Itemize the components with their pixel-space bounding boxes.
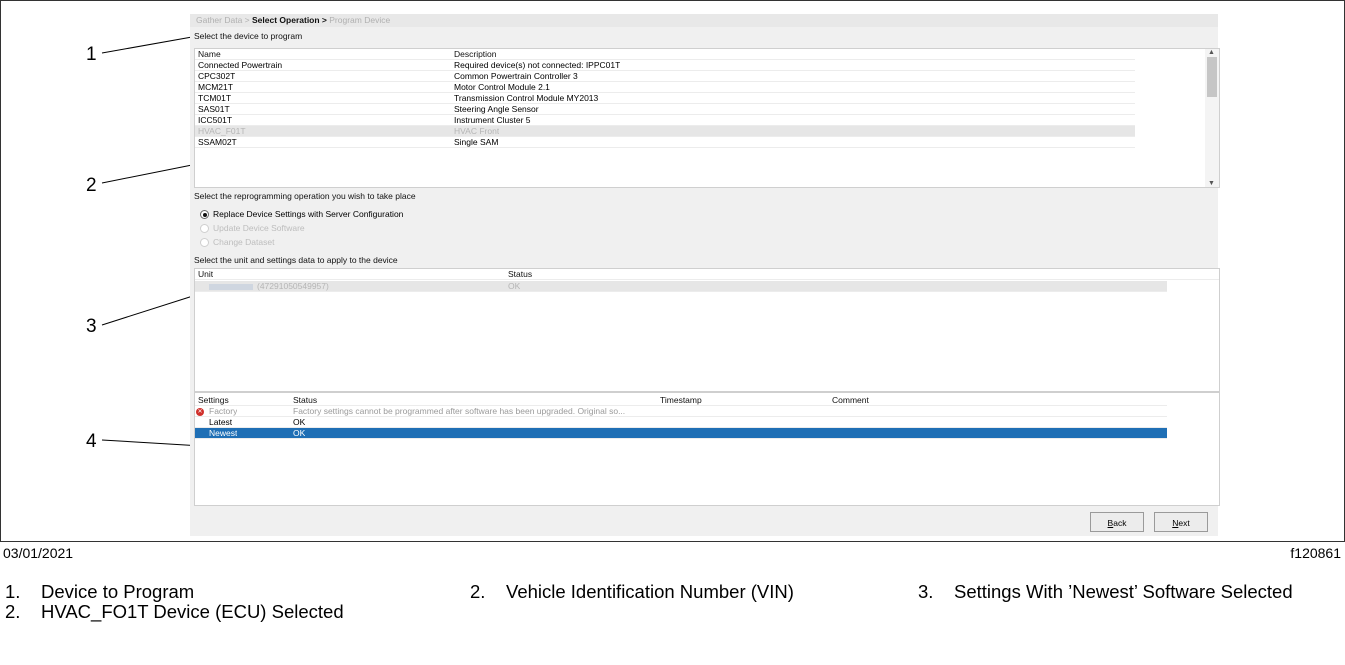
date: 03/01/2021	[3, 545, 74, 561]
operation-section-label: Select the reprogramming operation you w…	[194, 191, 416, 201]
device-description: Motor Control Module 2.1	[454, 82, 550, 92]
programming-window: Gather Data > Select Operation > Program…	[190, 14, 1220, 536]
breadcrumb-step-select[interactable]: Select Operation >	[252, 15, 327, 25]
settings-status: Factory settings cannot be programmed af…	[293, 406, 626, 416]
settings-row[interactable]: Latest OK	[195, 417, 1167, 428]
settings-row[interactable]: ✕ Factory Factory settings cannot be pro…	[195, 406, 1167, 417]
device-row[interactable]: SAS01T Steering Angle Sensor	[195, 104, 1135, 115]
figure-id: f120861	[1290, 545, 1341, 561]
redacted-vin	[209, 284, 253, 290]
back-label: ack	[1113, 518, 1127, 528]
device-description: Required device(s) not connected: IPPC01…	[454, 60, 621, 70]
device-row[interactable]: MCM21T Motor Control Module 2.1	[195, 82, 1135, 93]
device-name: ICC501T	[198, 115, 233, 125]
device-row[interactable]: TCM01T Transmission Control Module MY201…	[195, 93, 1135, 104]
device-list-scrollbar[interactable]: ▲ ▼	[1205, 49, 1219, 187]
device-row[interactable]: SSAM02T Single SAM	[195, 137, 1135, 148]
legend-item: 2. HVAC_FO1T Device (ECU) Selected	[5, 602, 425, 662]
device-name: SAS01T	[198, 104, 230, 114]
callout-3: 3	[86, 316, 97, 337]
device-description: Steering Angle Sensor	[454, 104, 539, 114]
next-label: ext	[1178, 518, 1190, 528]
scroll-down-icon[interactable]: ▼	[1208, 180, 1215, 187]
radio-update-software[interactable]: Update Device Software	[200, 222, 305, 235]
device-name: CPC302T	[198, 71, 236, 81]
callout-4: 4	[86, 431, 97, 452]
column-header-name[interactable]: Name	[198, 49, 221, 60]
radio-icon[interactable]	[200, 224, 209, 234]
device-list-header: Name Description	[195, 49, 1135, 60]
device-name: TCM01T	[198, 93, 232, 103]
column-header-settings[interactable]: Settings	[198, 395, 229, 406]
radio-label: Update Device Software	[213, 223, 305, 233]
device-description: Common Powertrain Controller 3	[454, 71, 578, 81]
legend-number: 1.	[5, 581, 21, 602]
legend-item: 2. Vehicle Identification Number (VIN)	[470, 582, 890, 642]
device-name: Connected Powertrain	[198, 60, 283, 70]
device-row-selected[interactable]: HVAC_F01T HVAC Front	[195, 126, 1135, 137]
device-name: SSAM02T	[198, 137, 237, 147]
settings-name: Factory	[209, 406, 238, 416]
legend-text: HVAC_FO1T Device (ECU) Selected	[41, 601, 344, 622]
legend-text: Vehicle Identification Number (VIN)	[506, 581, 794, 602]
device-row[interactable]: ICC501T Instrument Cluster 5	[195, 115, 1135, 126]
legend-text: Settings With ’Newest’ Software Selected	[954, 581, 1293, 602]
radio-change-dataset[interactable]: Change Dataset	[200, 236, 274, 249]
legend-text: Device to Program	[41, 581, 195, 602]
legend-item: 3. Settings With ’Newest’ Software Selec…	[918, 582, 1338, 642]
settings-list-header: Settings Status Timestamp Comment	[195, 395, 1167, 406]
device-description: HVAC Front	[454, 126, 500, 136]
device-description: Single SAM	[454, 137, 499, 147]
radio-replace-settings[interactable]: Replace Device Settings with Server Conf…	[200, 208, 403, 221]
next-button[interactable]: Next	[1154, 512, 1208, 532]
settings-name: Newest	[209, 428, 238, 438]
radio-selected-icon[interactable]	[200, 210, 209, 220]
device-description: Instrument Cluster 5	[454, 115, 531, 125]
back-button[interactable]: Back	[1090, 512, 1144, 532]
settings-status: OK	[293, 417, 306, 427]
scroll-up-icon[interactable]: ▲	[1208, 49, 1215, 56]
radio-label: Replace Device Settings with Server Conf…	[213, 209, 404, 219]
settings-name: Latest	[209, 417, 233, 427]
column-header-description[interactable]: Description	[454, 49, 497, 60]
column-header-status[interactable]: Status	[508, 269, 532, 280]
column-header-status[interactable]: Status	[293, 395, 317, 406]
radio-label: Change Dataset	[213, 237, 275, 247]
unit-row[interactable]: (47291050549957) OK	[195, 281, 1167, 292]
error-icon: ✕	[196, 407, 204, 416]
column-header-timestamp[interactable]: Timestamp	[660, 395, 702, 406]
device-row[interactable]: Connected Powertrain Required device(s) …	[195, 60, 1135, 71]
unit-list-header: Unit Status	[195, 269, 1219, 280]
breadcrumb: Gather Data > Select Operation > Program…	[190, 14, 1218, 27]
settings-list[interactable]: Settings Status Timestamp Comment ✕ Fact…	[194, 392, 1220, 506]
callout-1: 1	[86, 44, 97, 65]
unit-list[interactable]: Unit Status (47291050549957) OK	[194, 268, 1220, 392]
device-name: MCM21T	[198, 82, 233, 92]
scroll-thumb[interactable]	[1207, 57, 1217, 97]
device-list[interactable]: Name Description Connected Powertrain Re…	[194, 48, 1220, 188]
device-description: Transmission Control Module MY2013	[454, 93, 599, 103]
settings-row-selected[interactable]: Newest OK	[195, 428, 1167, 439]
device-section-label: Select the device to program	[194, 31, 303, 41]
unit-id: (47291050549957)	[257, 281, 329, 291]
device-row[interactable]: CPC302T Common Powertrain Controller 3	[195, 71, 1135, 82]
column-header-comment[interactable]: Comment	[832, 395, 869, 406]
callout-2: 2	[86, 175, 97, 196]
device-name: HVAC_F01T	[198, 126, 246, 136]
legend-number: 2.	[470, 581, 486, 602]
breadcrumb-step-program[interactable]: Program Device	[329, 15, 390, 25]
breadcrumb-step-gather[interactable]: Gather Data >	[196, 15, 250, 25]
unit-section-label: Select the unit and settings data to app…	[194, 255, 398, 265]
unit-status: OK	[508, 281, 521, 291]
settings-status: OK	[293, 428, 306, 438]
column-header-unit[interactable]: Unit	[198, 269, 213, 280]
legend-number: 3.	[918, 581, 934, 602]
legend-number: 2.	[5, 601, 21, 622]
radio-icon[interactable]	[200, 238, 209, 248]
